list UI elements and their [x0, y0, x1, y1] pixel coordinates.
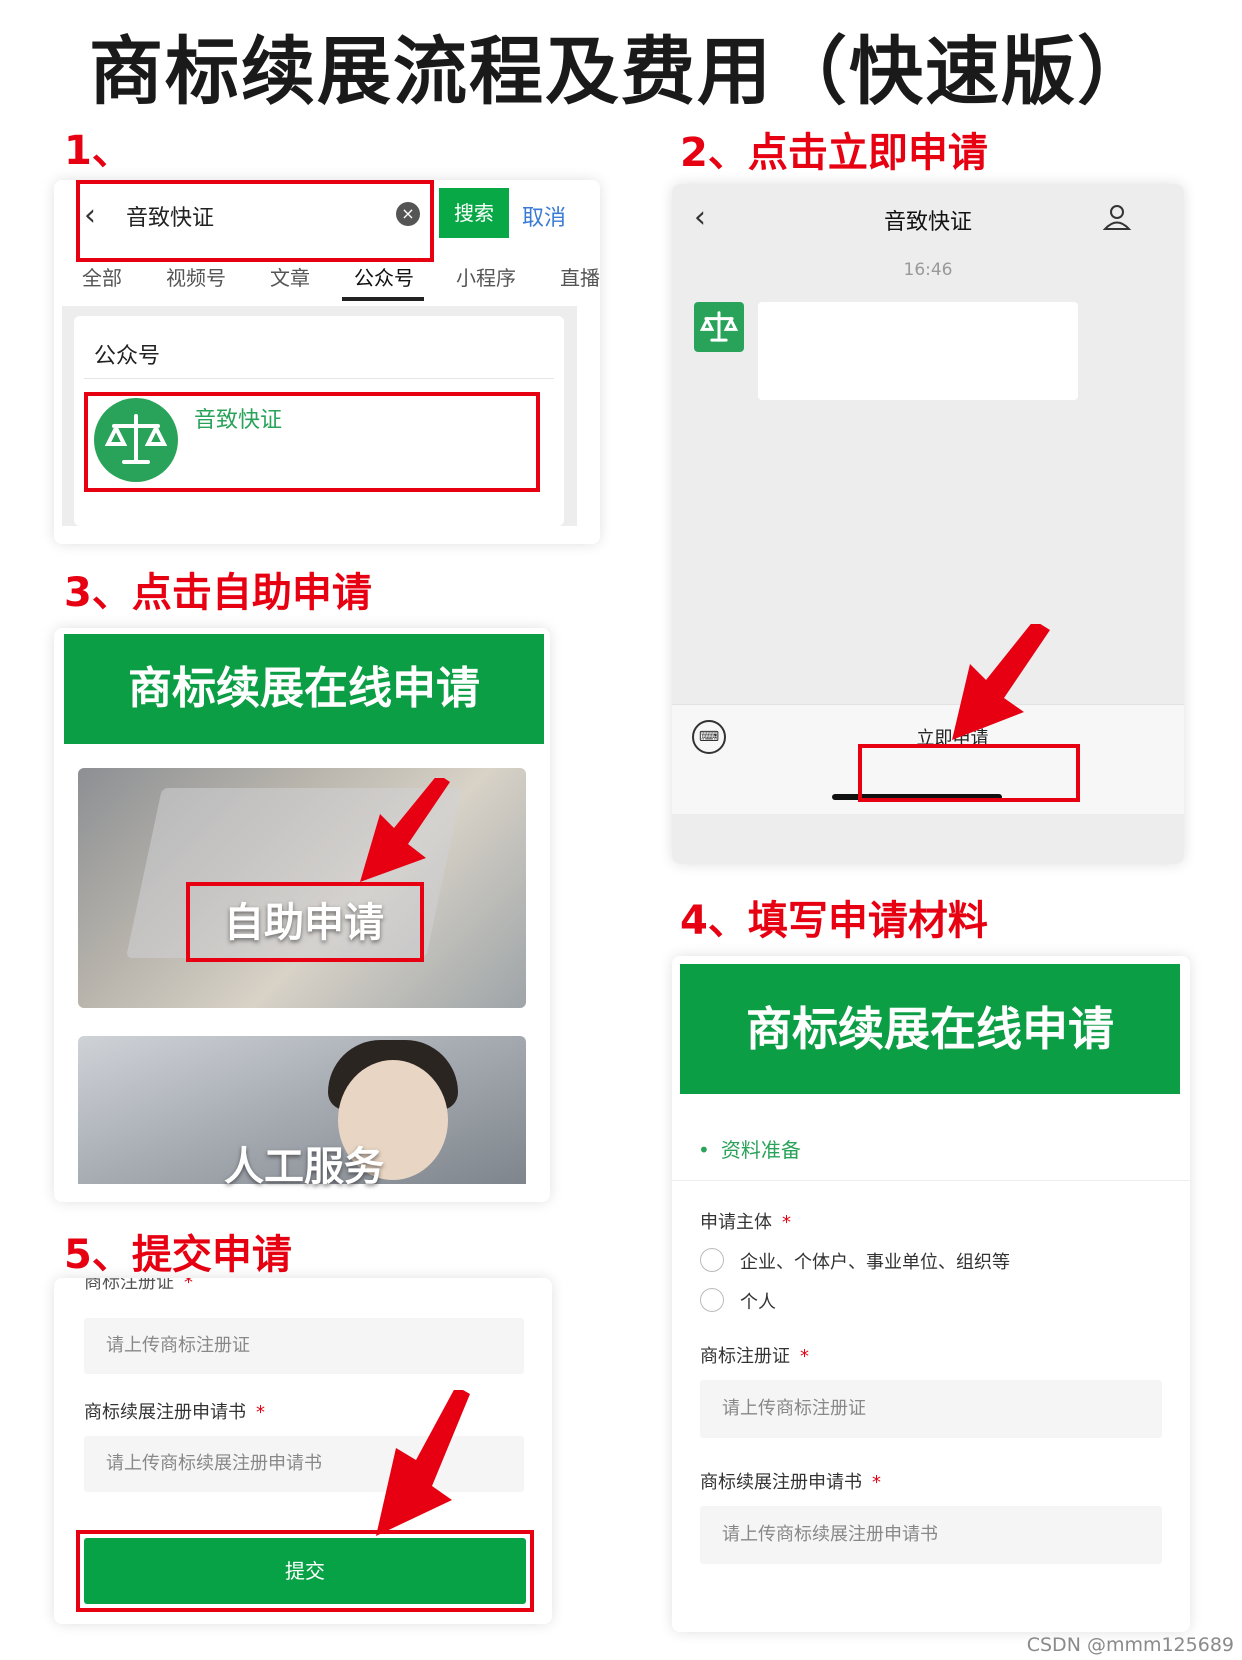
page-title: 商标续展流程及费用（快速版）	[89, 29, 1153, 115]
required-mark: *	[184, 1278, 193, 1293]
tab-channels[interactable]: 视频号	[166, 262, 226, 291]
cancel-button[interactable]: 取消	[522, 200, 566, 232]
radio-individual[interactable]	[700, 1288, 724, 1312]
step-2-label: 2、点击立即申请	[680, 130, 988, 176]
renewal-label-text: 商标续展注册申请书	[700, 1472, 862, 1493]
cert-label-text: 商标注册证	[700, 1346, 790, 1367]
applicant-label-text: 申请主体	[700, 1212, 772, 1233]
cert-upload-field[interactable]: 请上传商标注册证	[84, 1318, 524, 1374]
cert-label-text: 商标注册证	[84, 1278, 174, 1293]
active-tab-indicator	[342, 297, 424, 301]
tab-mini-programs[interactable]: 小程序	[456, 262, 516, 291]
watermark: CSDN @mmm125689	[1026, 1634, 1234, 1656]
radio-organization[interactable]	[700, 1248, 724, 1272]
renewal-banner: 商标续展在线申请	[64, 634, 544, 744]
user-icon[interactable]	[1102, 202, 1132, 239]
highlight-self-service	[186, 882, 424, 962]
required-mark: *	[872, 1472, 881, 1493]
message-bubble	[758, 302, 1078, 400]
result-section-title: 公众号	[94, 344, 161, 369]
section-header: • 资料准备	[698, 1134, 801, 1163]
panel-submit: 商标注册证 * 请上传商标注册证 商标续展注册申请书 * 请上传商标续展注册申请书 …	[54, 1278, 552, 1624]
required-mark: *	[800, 1346, 809, 1367]
panel-service-choice: 商标续展在线申请 自助申请 人工服务	[54, 628, 550, 1202]
tab-all[interactable]: 全部	[82, 262, 122, 291]
cert-label-cut: 商标注册证 *	[84, 1278, 193, 1294]
renewal-label: 商标续展注册申请书 *	[700, 1468, 881, 1494]
renewal-upload-field[interactable]: 请上传商标续展注册申请书	[700, 1506, 1162, 1564]
panel-search: ‹ 音致快证 × 搜索 取消 全部 视频号 文章 公众号 小程序 直播 公众号 …	[54, 180, 600, 544]
required-mark: *	[256, 1402, 265, 1423]
message-time: 16:46	[903, 260, 953, 280]
search-button[interactable]: 搜索	[439, 188, 509, 238]
highlight-apply-button	[858, 744, 1080, 802]
bullet-dot: •	[698, 1138, 710, 1162]
tab-official-accounts[interactable]: 公众号	[354, 262, 414, 291]
applicant-label: 申请主体 *	[700, 1208, 791, 1234]
red-arrow-icon	[952, 624, 1050, 740]
cert-label: 商标注册证 *	[700, 1342, 809, 1368]
highlight-search-box	[76, 180, 434, 262]
step-1-label: 1、	[64, 128, 132, 174]
red-arrow-icon	[360, 778, 450, 882]
renewal-label-text: 商标续展注册申请书	[84, 1402, 246, 1423]
keyboard-icon[interactable]: ⌨	[692, 720, 726, 754]
divider	[84, 378, 554, 379]
cert-upload-field[interactable]: 请上传商标注册证	[700, 1380, 1162, 1438]
tab-articles[interactable]: 文章	[270, 262, 310, 291]
renewal-banner: 商标续展在线申请	[680, 964, 1180, 1094]
red-arrow-icon	[376, 1390, 470, 1536]
required-mark: *	[782, 1212, 791, 1233]
highlight-submit-button	[76, 1530, 534, 1612]
panel-form: 商标续展在线申请 • 资料准备 申请主体 * 企业、个体户、事业单位、组织等 个人…	[672, 956, 1190, 1632]
chat-avatar	[694, 302, 744, 352]
highlight-account-result	[84, 392, 540, 492]
option-individual[interactable]: 个人	[740, 1288, 776, 1314]
step-3-label: 3、点击自助申请	[64, 570, 372, 616]
tab-live[interactable]: 直播	[560, 262, 600, 291]
step-5-label: 5、提交申请	[64, 1232, 292, 1278]
scale-icon	[699, 311, 739, 342]
renewal-label: 商标续展注册申请书 *	[84, 1398, 265, 1424]
option-organization[interactable]: 企业、个体户、事业单位、组织等	[740, 1248, 1010, 1274]
manual-service-label[interactable]: 人工服务	[224, 1134, 384, 1192]
section-title: 资料准备	[720, 1138, 801, 1162]
step-4-label: 4、填写申请材料	[680, 898, 988, 944]
panel-chat: ‹ 音致快证 16:46 ⌨ 立即申请	[672, 184, 1184, 864]
divider	[672, 1180, 1190, 1181]
